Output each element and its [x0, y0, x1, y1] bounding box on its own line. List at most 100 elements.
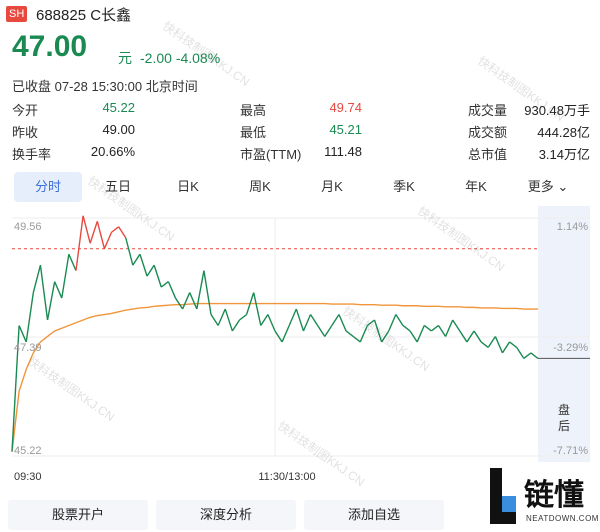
price-line-segment	[373, 319, 383, 343]
quote-label: 成交量	[468, 103, 508, 118]
x-tick-label: 09:30	[14, 471, 42, 483]
quote-label: 昨收	[12, 125, 39, 140]
price-line-segment	[260, 314, 269, 326]
quote-label: 今开	[12, 103, 39, 118]
logo-sub: NEATDOWN.COM	[526, 514, 599, 523]
price-line-segment	[473, 330, 482, 343]
open-account-button[interactable]: 股票开户	[8, 500, 148, 530]
price-change: -2.00 -4.08%	[140, 50, 220, 66]
tab-daily-k[interactable]: 日K	[154, 172, 222, 202]
price-line-segment	[416, 325, 425, 343]
price-line-segment	[160, 281, 169, 288]
price-line-segment	[395, 314, 404, 326]
y-tick-label: 45.22	[14, 445, 42, 457]
market-status: 已收盘 07-28 15:30:00 北京时间	[12, 79, 198, 94]
price-line-segment	[103, 231, 113, 249]
price-line-segment	[317, 325, 326, 337]
price-line-segment	[132, 253, 141, 266]
price-line-segment	[46, 281, 56, 321]
quote-label: 总市值	[468, 147, 508, 162]
site-logo: 链懂 NEATDOWN.COM	[484, 462, 599, 530]
price-line-segment	[501, 341, 511, 354]
logo-name: 链懂	[524, 479, 584, 512]
price-line-segment	[203, 270, 212, 315]
price-line-segment	[309, 314, 319, 326]
price-line-segment	[437, 325, 447, 337]
price-line-segment	[217, 308, 226, 326]
price-line-segment	[487, 336, 496, 348]
price-line-segment	[345, 330, 354, 338]
price-line-segment	[509, 341, 518, 348]
price-line-segment	[530, 352, 539, 359]
tab-label: 五日	[104, 179, 131, 194]
quote-value: 45.22	[102, 100, 135, 115]
y-tick-label: -7.71%	[553, 445, 588, 457]
price-line-segment	[388, 314, 397, 332]
price-line-segment	[18, 325, 27, 343]
price-line-segment	[452, 319, 461, 332]
quote-value: 45.21	[329, 122, 362, 137]
price-line-segment	[75, 215, 84, 271]
price-line-segment	[523, 352, 532, 359]
quote-label: 最低	[240, 125, 267, 140]
quote-label: 市盈(TTM)	[240, 147, 302, 162]
price-line-segment	[118, 226, 127, 239]
price-line-segment	[139, 253, 148, 277]
price-line-segment	[39, 265, 49, 321]
price-line-segment	[466, 330, 475, 343]
tab-label: 更多	[527, 179, 554, 194]
price-line-segment	[111, 226, 120, 233]
y-tick-label: 49.56	[14, 221, 42, 233]
tab-label: 年K	[465, 179, 487, 194]
price-unit: 元	[118, 50, 132, 66]
price-line-segment	[366, 319, 375, 327]
tab-quarterly-k[interactable]: 季K	[370, 172, 438, 202]
tab-monthly-k[interactable]: 月K	[298, 172, 366, 202]
tab-intraday[interactable]: 分时	[14, 172, 82, 202]
price-line-segment	[252, 292, 262, 326]
price-line-segment	[89, 221, 98, 244]
price-line-segment	[480, 341, 489, 348]
price-line-segment	[96, 221, 106, 249]
price-line-segment	[239, 313, 247, 321]
intraday-chart[interactable]: 49.56 47.39 45.22 1.14% -3.29% -7.71% 09:30 11:…	[0, 206, 600, 494]
price-line-segment	[359, 325, 369, 343]
price-line-segment	[231, 319, 241, 332]
y-tick-label: 47.39	[14, 342, 42, 354]
stock-title: 688825 C长鑫	[36, 7, 132, 24]
price-line-segment	[61, 254, 70, 299]
price-line-segment	[338, 314, 347, 332]
tab-weekly-k[interactable]: 周K	[226, 172, 294, 202]
current-price: 47.00	[12, 30, 88, 63]
y-tick-label: -3.29%	[553, 342, 588, 354]
price-line-segment	[324, 325, 333, 337]
price-line-segment	[331, 314, 340, 326]
price-line-segment	[267, 314, 276, 332]
price-line-segment	[459, 330, 468, 343]
price-line-segment	[82, 215, 91, 244]
change-percent: -4.08%	[175, 50, 221, 66]
price-line-segment	[25, 292, 35, 343]
logo-mark-icon	[490, 468, 516, 524]
price-line-segment	[423, 324, 432, 332]
price-line-segment	[274, 330, 283, 343]
tab-label: 季K	[393, 179, 415, 194]
quote-label: 成交额	[468, 125, 508, 140]
tab-yearly-k[interactable]: 年K	[442, 172, 510, 202]
chevron-down-icon: ⌄	[553, 179, 569, 194]
tab-more[interactable]: 更多 ⌄	[514, 172, 582, 202]
price-line-segment	[288, 308, 297, 326]
price-line-segment	[281, 325, 290, 343]
deep-analysis-button[interactable]: 深度分析	[156, 500, 296, 530]
price-line-segment	[516, 347, 525, 359]
price-line-segment	[381, 330, 390, 343]
quote-label: 最高	[240, 103, 267, 118]
tab-five-day[interactable]: 五日	[84, 172, 152, 202]
add-watchlist-button[interactable]: 添加自选	[304, 500, 444, 530]
market-badge: SH	[6, 6, 28, 22]
quote-label: 换手率	[12, 147, 52, 162]
tab-label: 周K	[249, 179, 271, 194]
quote-value: 3.14万亿	[538, 147, 590, 162]
quote-value: 930.48万手	[524, 103, 590, 118]
tab-label: 分时	[34, 179, 61, 194]
